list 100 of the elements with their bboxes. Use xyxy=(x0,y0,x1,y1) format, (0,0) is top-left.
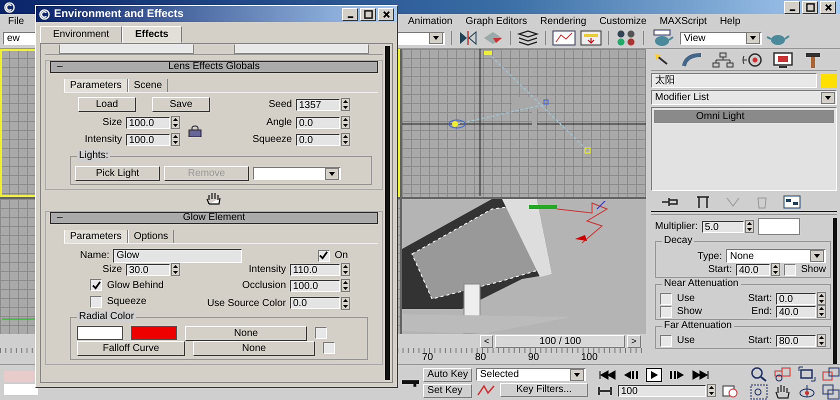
spinner-arrows-icon[interactable] xyxy=(817,334,826,347)
save-button[interactable]: Save xyxy=(152,97,210,112)
spinner-field[interactable]: 0.0 xyxy=(776,292,816,304)
align-icon[interactable] xyxy=(482,30,504,46)
menu-item[interactable]: Graph Editors xyxy=(465,16,528,26)
spinner-field[interactable]: 0.0 xyxy=(296,134,340,146)
menu-item[interactable]: File xyxy=(8,16,24,26)
spinner-field[interactable]: 0.0 xyxy=(290,297,340,309)
close-button[interactable] xyxy=(820,0,836,14)
spinner-arrows-icon[interactable] xyxy=(770,263,780,276)
zoom-extents-icon[interactable] xyxy=(798,366,816,382)
dropdown[interactable]: View xyxy=(680,32,762,44)
stack-item[interactable]: Omni Light xyxy=(654,110,834,123)
previous-frame-button[interactable]: < xyxy=(480,334,494,348)
color-swatch[interactable] xyxy=(77,326,123,340)
time-configuration-icon[interactable] xyxy=(722,384,738,398)
menu-item[interactable]: Rendering xyxy=(540,16,586,26)
light-color-swatch[interactable] xyxy=(758,218,800,235)
checkbox[interactable] xyxy=(90,296,102,308)
spinner-arrows-icon[interactable] xyxy=(341,296,350,310)
spinner-field[interactable]: 40.0 xyxy=(776,306,816,318)
viewport[interactable] xyxy=(402,199,646,334)
close-button[interactable] xyxy=(378,8,394,20)
region-zoom-icon[interactable] xyxy=(750,384,768,400)
orbit-icon[interactable] xyxy=(798,384,816,400)
spinner-arrows-icon[interactable] xyxy=(817,292,826,305)
spinner-field[interactable]: 5.0 xyxy=(702,220,744,232)
map-button[interactable]: None xyxy=(193,340,315,356)
checkbox[interactable] xyxy=(315,327,327,339)
tab[interactable]: Effects xyxy=(122,26,182,43)
minimize-button[interactable] xyxy=(784,0,800,14)
auto-key-button[interactable]: Auto Key xyxy=(423,368,472,382)
configure-icon[interactable] xyxy=(783,195,801,209)
spinner-arrows-icon[interactable] xyxy=(341,263,350,276)
go-to-end-icon[interactable] xyxy=(692,370,710,380)
list-field[interactable] xyxy=(234,44,369,54)
next-frame-icon[interactable] xyxy=(668,370,686,380)
pan-hand-icon[interactable] xyxy=(774,384,792,400)
maximize-icon[interactable] xyxy=(364,10,372,18)
play-icon[interactable] xyxy=(646,368,662,382)
spinner-field[interactable]: 30.0 xyxy=(126,264,170,276)
key-mode-icon[interactable] xyxy=(598,386,612,396)
object-color-swatch[interactable] xyxy=(821,74,837,88)
rollout-header[interactable]: – Glow Element xyxy=(50,212,378,224)
layers-icon[interactable] xyxy=(517,30,539,46)
spinner-field[interactable]: 110.0 xyxy=(290,264,340,276)
zoom-icon[interactable] xyxy=(750,366,768,382)
maximize-viewport-icon[interactable] xyxy=(822,384,840,400)
key-icon[interactable] xyxy=(402,378,420,388)
spinner-field[interactable]: 0.0 xyxy=(296,116,340,128)
spinner-field[interactable]: 1357 xyxy=(296,98,340,110)
light-dropdown[interactable] xyxy=(253,167,341,180)
checkbox[interactable] xyxy=(660,306,672,318)
light-button[interactable]: Pick Light xyxy=(75,166,160,181)
tab[interactable]: Options xyxy=(128,230,174,243)
spinner-field[interactable]: 80.0 xyxy=(776,334,816,346)
curve-editor-icon[interactable] xyxy=(552,30,576,46)
spinner-arrows-icon[interactable] xyxy=(707,384,716,397)
minimize-button[interactable] xyxy=(342,8,358,20)
tab[interactable]: Parameters xyxy=(64,230,128,243)
key-filters-button[interactable]: Key Filters... xyxy=(500,383,588,397)
checkbox[interactable] xyxy=(318,250,330,262)
close-icon[interactable] xyxy=(382,10,390,18)
set-key-button[interactable]: Set Key xyxy=(423,384,472,398)
object-name-field[interactable]: 太阳 xyxy=(651,73,817,88)
name-field[interactable]: Glow xyxy=(113,248,242,262)
zoom-all-icon[interactable] xyxy=(774,366,792,382)
maximize-icon[interactable] xyxy=(806,2,814,12)
menu-item[interactable]: MAXScript xyxy=(660,16,707,26)
prompt-field[interactable] xyxy=(4,384,38,394)
decay-type-dropdown[interactable]: None xyxy=(726,249,826,263)
color-swatch[interactable] xyxy=(131,326,177,340)
maximize-button[interactable] xyxy=(360,8,376,20)
checkbox[interactable] xyxy=(323,342,335,354)
go-to-start-icon[interactable] xyxy=(598,370,616,380)
pin-icon[interactable] xyxy=(661,196,681,208)
previous-frame-icon[interactable] xyxy=(622,370,640,380)
close-icon[interactable] xyxy=(824,2,832,12)
spinner-arrows-icon[interactable] xyxy=(817,305,826,318)
spinner-arrows-icon[interactable] xyxy=(171,116,180,129)
list-field[interactable] xyxy=(59,44,194,54)
hierarchy-icon[interactable] xyxy=(711,52,735,68)
material-spheres-icon[interactable] xyxy=(615,30,637,46)
spinner-arrows-icon[interactable] xyxy=(171,263,180,276)
spinner-field[interactable]: 100.0 xyxy=(290,280,340,292)
scrollbar[interactable] xyxy=(385,46,390,380)
modifier-list-dropdown[interactable]: Modifier List xyxy=(651,90,837,105)
spinner-arrows-icon[interactable] xyxy=(171,133,180,146)
menu-item[interactable]: Customize xyxy=(599,16,647,26)
checkbox[interactable] xyxy=(660,334,672,346)
menu-item[interactable]: Animation xyxy=(408,16,452,26)
spinner-field[interactable]: 40.0 xyxy=(736,264,770,276)
checkbox[interactable] xyxy=(784,264,796,276)
modifier-stack-list[interactable]: Omni Light xyxy=(651,107,837,191)
tab[interactable]: Scene xyxy=(128,79,168,92)
menu-item[interactable]: Help xyxy=(720,16,740,26)
scrollbar[interactable] xyxy=(833,218,837,364)
current-frame-field[interactable]: 100 xyxy=(618,384,706,396)
spinner-field[interactable]: 100.0 xyxy=(126,116,170,128)
schematic-icon[interactable] xyxy=(580,30,602,46)
